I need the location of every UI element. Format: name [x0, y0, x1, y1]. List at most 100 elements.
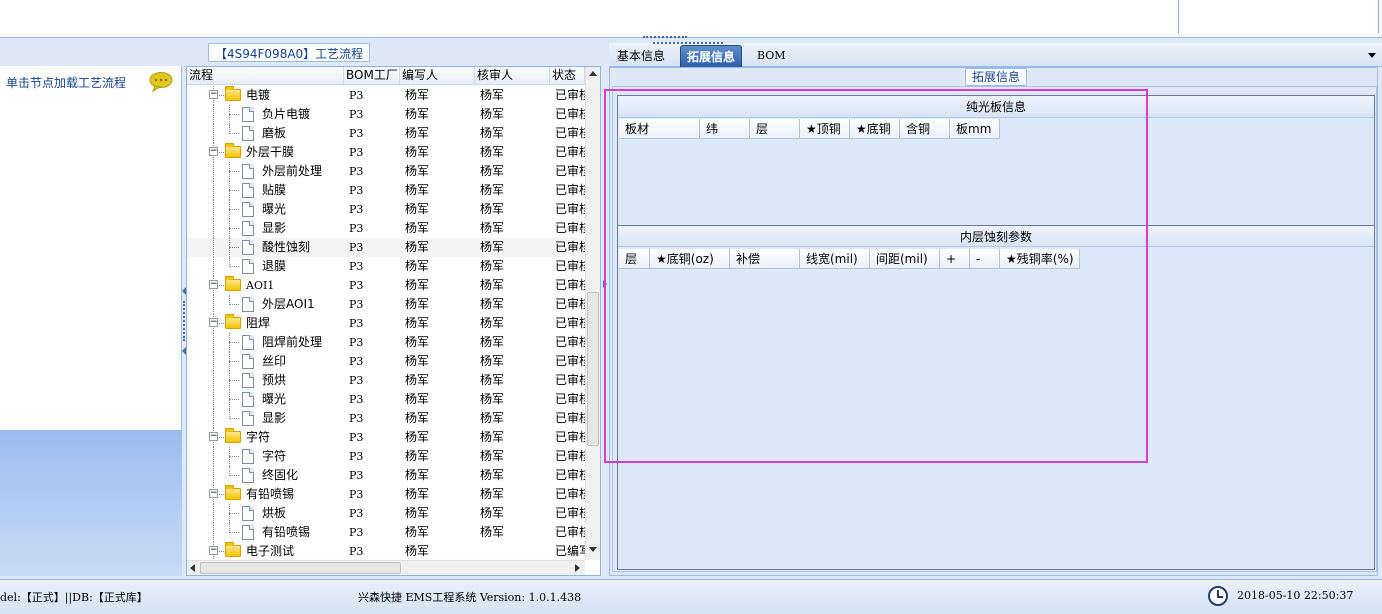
- tab-bom[interactable]: BOM: [751, 45, 792, 67]
- col-etch-minus[interactable]: -: [970, 249, 1000, 269]
- collapse-icon[interactable]: −: [209, 489, 218, 498]
- process-tree-cell[interactable]: 字符: [187, 447, 344, 466]
- horizontal-scroll-thumb[interactable]: [200, 562, 401, 574]
- col-bottom-copper[interactable]: ★底铜: [850, 119, 900, 139]
- col-etch-line-width[interactable]: 线宽(mil): [800, 249, 870, 269]
- table-row[interactable]: − 电子测试 P3 杨军 已编写: [187, 542, 585, 560]
- writer-cell: 杨军: [405, 145, 430, 159]
- table-row[interactable]: 阻焊前处理 P3 杨军 杨军 已审核: [187, 333, 585, 352]
- table-row[interactable]: 预烘 P3 杨军 杨军 已审核: [187, 371, 585, 390]
- collapse-icon[interactable]: −: [209, 90, 218, 99]
- table-row[interactable]: − 电镀 P3 杨军 杨军 已审核: [187, 86, 585, 105]
- col-weft[interactable]: 纬: [700, 119, 750, 139]
- collapse-icon[interactable]: −: [209, 546, 218, 555]
- col-top-copper[interactable]: ★顶铜: [800, 119, 850, 139]
- table-row[interactable]: 字符 P3 杨军 杨军 已审核: [187, 447, 585, 466]
- table-row[interactable]: 外层AOI1 P3 杨军 杨军 已审核: [187, 295, 585, 314]
- table-row[interactable]: − 字符 P3 杨军 杨军 已审核: [187, 428, 585, 447]
- col-etch-plus[interactable]: +: [940, 249, 970, 269]
- col-residual-copper[interactable]: ★残铜率(%): [1000, 249, 1080, 269]
- table-row[interactable]: − 外层干膜 P3 杨军 杨军 已审核: [187, 143, 585, 162]
- scroll-up-icon[interactable]: [589, 71, 597, 76]
- collapse-icon[interactable]: −: [209, 147, 218, 156]
- col-header-reviewer[interactable]: 核审人: [475, 67, 550, 85]
- collapse-icon[interactable]: −: [209, 432, 218, 441]
- table-row[interactable]: 终固化 P3 杨军 杨军 已审核: [187, 466, 585, 485]
- tab-extended-info[interactable]: 拓展信息: [653, 42, 743, 67]
- table-row[interactable]: 显影 P3 杨军 杨军 已审核: [187, 219, 585, 238]
- process-tree-cell[interactable]: 贴膜: [187, 181, 344, 200]
- process-tree-cell[interactable]: 烘板: [187, 504, 344, 523]
- process-name: 曝光: [262, 202, 287, 216]
- col-layer[interactable]: 层: [750, 119, 800, 139]
- process-tree-cell[interactable]: − 电镀: [187, 86, 344, 105]
- process-tree-cell[interactable]: 曝光: [187, 200, 344, 219]
- right-splitter[interactable]: [603, 280, 608, 350]
- status-cell: 已审核: [555, 126, 585, 140]
- table-row[interactable]: 曝光 P3 杨军 杨军 已审核: [187, 390, 585, 409]
- vertical-scrollbar[interactable]: [585, 67, 600, 560]
- scroll-left-icon[interactable]: [190, 564, 195, 572]
- scroll-right-icon[interactable]: [575, 564, 580, 572]
- col-board-thickness[interactable]: 板mm: [950, 119, 1000, 139]
- process-tree-cell[interactable]: − 有铅喷锡: [187, 485, 344, 504]
- table-row[interactable]: − 阻焊 P3 杨军 杨军 已审核: [187, 314, 585, 333]
- document-icon: [242, 411, 254, 426]
- process-tree-cell[interactable]: 外层前处理: [187, 162, 344, 181]
- process-tree-cell[interactable]: 曝光: [187, 390, 344, 409]
- process-tree-cell[interactable]: 预烘: [187, 371, 344, 390]
- col-with-copper[interactable]: 含铜: [900, 119, 950, 139]
- process-tree-cell[interactable]: − 电子测试: [187, 542, 344, 560]
- process-tree-cell[interactable]: 显影: [187, 219, 344, 238]
- process-tree-cell[interactable]: 显影: [187, 409, 344, 428]
- bom-factory-cell: P3: [349, 89, 364, 102]
- col-header-bom-factory[interactable]: BOM工厂: [344, 67, 400, 85]
- col-etch-compensation[interactable]: 补偿: [730, 249, 800, 269]
- process-tree-cell[interactable]: 负片电镀: [187, 105, 344, 124]
- col-header-status[interactable]: 状态: [550, 67, 585, 85]
- tab-basic-info[interactable]: 基本信息: [611, 45, 671, 67]
- col-header-writer[interactable]: 编写人: [400, 67, 475, 85]
- process-tree-cell[interactable]: 阻焊前处理: [187, 333, 344, 352]
- tree-line: [229, 361, 239, 362]
- table-row[interactable]: 退膜 P3 杨军 杨军 已审核: [187, 257, 585, 276]
- table-row[interactable]: 烘板 P3 杨军 杨军 已审核: [187, 504, 585, 523]
- col-etch-layer[interactable]: 层: [619, 249, 650, 269]
- process-tree-cell[interactable]: 磨板: [187, 124, 344, 143]
- table-row[interactable]: 显影 P3 杨军 杨军 已审核: [187, 409, 585, 428]
- col-header-process[interactable]: 流程: [187, 67, 344, 85]
- collapse-icon[interactable]: −: [209, 318, 218, 327]
- process-tree-cell[interactable]: 有铅喷锡: [187, 523, 344, 542]
- tab-menu-dropdown-icon[interactable]: [1368, 53, 1376, 58]
- process-tree-cell[interactable]: − AOI1: [187, 276, 344, 295]
- table-row[interactable]: 外层前处理 P3 杨军 杨军 已审核: [187, 162, 585, 181]
- process-tree-cell[interactable]: − 外层干膜: [187, 143, 344, 162]
- collapse-icon[interactable]: −: [209, 280, 218, 289]
- table-row[interactable]: 磨板 P3 杨军 杨军 已审核: [187, 124, 585, 143]
- process-tree-cell[interactable]: − 阻焊: [187, 314, 344, 333]
- horizontal-scrollbar[interactable]: [187, 560, 585, 575]
- table-row[interactable]: 酸性蚀刻 P3 杨军 杨军 已审核: [187, 238, 585, 257]
- process-tree-cell[interactable]: 丝印: [187, 352, 344, 371]
- process-tree-cell[interactable]: 酸性蚀刻: [187, 238, 344, 257]
- table-row[interactable]: 贴膜 P3 杨军 杨军 已审核: [187, 181, 585, 200]
- top-splitter-grip[interactable]: [643, 36, 687, 39]
- table-row[interactable]: 有铅喷锡 P3 杨军 杨军 已审核: [187, 523, 585, 542]
- table-row[interactable]: − 有铅喷锡 P3 杨军 杨军 已审核: [187, 485, 585, 504]
- load-process-hint[interactable]: 单击节点加载工艺流程: [6, 74, 126, 91]
- tree-line: [219, 323, 224, 324]
- table-row[interactable]: 负片电镀 P3 杨军 杨军 已审核: [187, 105, 585, 124]
- process-tree-cell[interactable]: 外层AOI1: [187, 295, 344, 314]
- speech-bubble-icon[interactable]: [149, 72, 173, 92]
- process-tree-cell[interactable]: 终固化: [187, 466, 344, 485]
- col-board-material[interactable]: 板材: [619, 119, 700, 139]
- col-etch-spacing[interactable]: 间距(mil): [870, 249, 940, 269]
- vertical-scroll-thumb[interactable]: [587, 292, 599, 446]
- process-tree-cell[interactable]: − 字符: [187, 428, 344, 447]
- table-row[interactable]: 曝光 P3 杨军 杨军 已审核: [187, 200, 585, 219]
- table-row[interactable]: 丝印 P3 杨军 杨军 已审核: [187, 352, 585, 371]
- table-row[interactable]: − AOI1 P3 杨军 杨军 已审核: [187, 276, 585, 295]
- col-etch-bottom-copper[interactable]: ★底铜(oz): [650, 249, 730, 269]
- process-tree-cell[interactable]: 退膜: [187, 257, 344, 276]
- scroll-down-icon[interactable]: [589, 547, 597, 552]
